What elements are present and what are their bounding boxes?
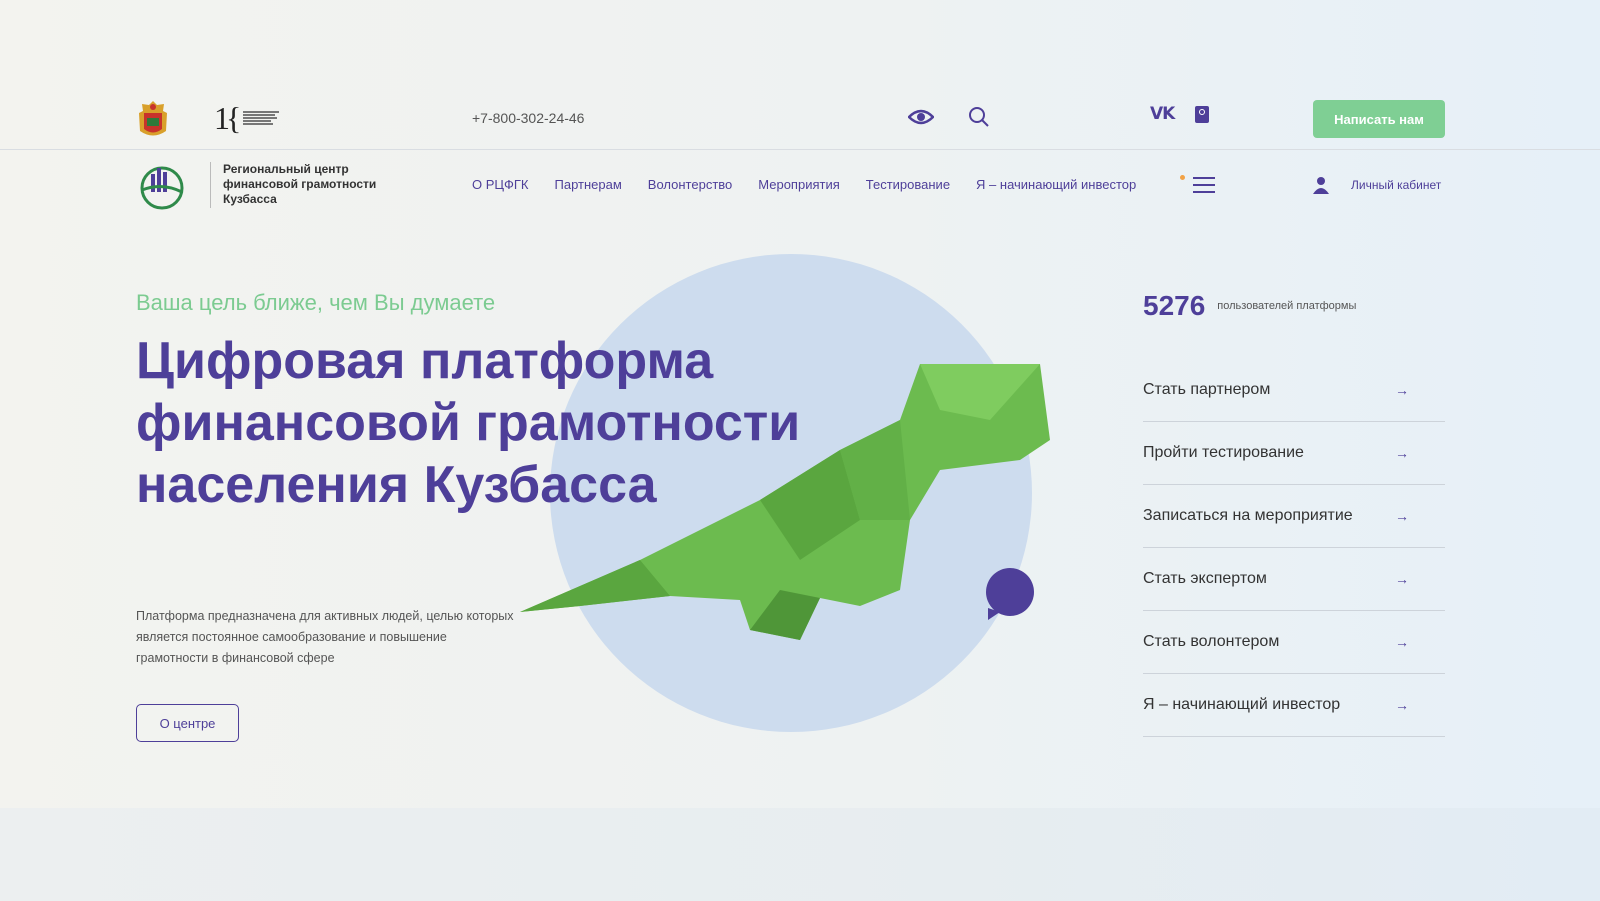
- search-icon[interactable]: [968, 106, 990, 128]
- hero-description: Платформа предназначена для активных люд…: [136, 609, 514, 665]
- arrow-right-icon: →: [1395, 571, 1409, 587]
- nav-item-about[interactable]: О РЦФГК: [472, 177, 529, 192]
- action-label: Стать партнером: [1143, 381, 1271, 398]
- footer-band: [0, 808, 1600, 901]
- about-center-button[interactable]: О центре: [136, 704, 239, 742]
- hero-title: Цифровая платформа финансовой грамотност…: [136, 332, 801, 514]
- personal-cabinet-link[interactable]: Личный кабинет: [1351, 178, 1441, 192]
- action-label: Стать волонтером: [1143, 633, 1280, 650]
- vk-icon[interactable]: VK: [1150, 104, 1175, 124]
- arrow-right-icon: →: [1395, 445, 1409, 461]
- action-take-test[interactable]: Пройти тестирование →: [1143, 422, 1445, 485]
- action-label: Пройти тестирование: [1143, 444, 1304, 461]
- action-label: Я – начинающий инвестор: [1143, 696, 1341, 713]
- brand-divider: [210, 162, 211, 208]
- users-stat: 5276 пользователей платформы: [1143, 290, 1356, 322]
- action-label: Записаться на мероприятие: [1143, 507, 1353, 524]
- arrow-right-icon: →: [1395, 697, 1409, 713]
- users-label: пользователей платформы: [1217, 300, 1357, 312]
- burger-icon[interactable]: [1193, 177, 1215, 193]
- top-bar: 1{ +7-800-302-24-46 VK Написать нам: [0, 96, 1600, 150]
- ok-icon[interactable]: [1195, 106, 1209, 123]
- nav-item-investor[interactable]: Я – начинающий инвестор: [976, 177, 1136, 192]
- chat-bubble-icon[interactable]: [984, 568, 1036, 620]
- action-become-partner[interactable]: Стать партнером →: [1143, 359, 1445, 422]
- actions-list: Стать партнером → Пройти тестирование → …: [1143, 359, 1445, 737]
- arrow-right-icon: →: [1395, 382, 1409, 398]
- action-register-event[interactable]: Записаться на мероприятие →: [1143, 485, 1445, 548]
- nav-item-events[interactable]: Мероприятия: [758, 177, 840, 192]
- arrow-right-icon: →: [1395, 634, 1409, 650]
- nav-item-volunteering[interactable]: Волонтерство: [648, 177, 732, 192]
- write-us-button[interactable]: Написать нам: [1313, 100, 1445, 138]
- arrow-right-icon: →: [1395, 508, 1409, 524]
- user-icon[interactable]: [1313, 176, 1329, 194]
- ministry-logo-icon[interactable]: 1{: [214, 100, 284, 136]
- brand-logo-icon[interactable]: [136, 160, 188, 212]
- action-label: Стать экспертом: [1143, 570, 1267, 587]
- brand-name[interactable]: Региональный центр финансовой грамотност…: [223, 162, 383, 207]
- nav-item-partners[interactable]: Партнерам: [555, 177, 622, 192]
- action-become-expert[interactable]: Стать экспертом →: [1143, 548, 1445, 611]
- eye-icon[interactable]: [908, 107, 934, 127]
- users-count: 5276: [1143, 290, 1206, 321]
- action-become-volunteer[interactable]: Стать волонтером →: [1143, 611, 1445, 674]
- nav-item-testing[interactable]: Тестирование: [866, 177, 950, 192]
- phone-link[interactable]: +7-800-302-24-46: [472, 110, 584, 126]
- hero-tagline: Ваша цель ближе, чем Вы думаете: [136, 290, 496, 315]
- main-nav: О РЦФГК Партнерам Волонтерство Мероприят…: [472, 177, 1136, 192]
- action-beginner-investor[interactable]: Я – начинающий инвестор →: [1143, 674, 1445, 737]
- notification-dot: [1180, 175, 1185, 180]
- coat-of-arms-icon[interactable]: [136, 99, 170, 139]
